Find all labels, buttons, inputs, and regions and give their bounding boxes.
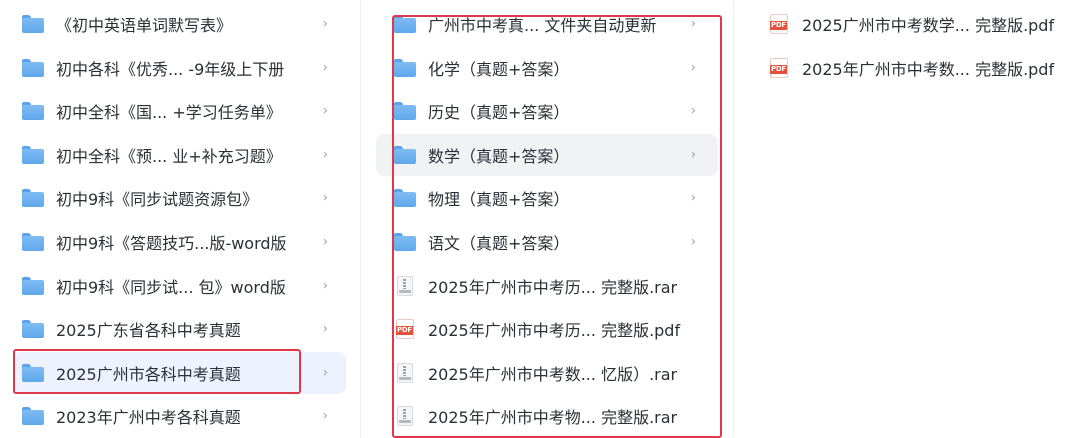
- pdf-badge: PDF: [770, 21, 787, 30]
- folder-item-label: 2025广州市各科中考真题: [56, 365, 241, 384]
- folder-item-label: 2025广东省各科中考真题: [56, 321, 241, 340]
- folder-icon: [394, 233, 416, 251]
- rar-file-icon: [397, 406, 413, 426]
- chevron-right-icon: ›: [690, 234, 696, 250]
- folder-item[interactable]: 2023年广州中考各科真题 ›: [14, 396, 346, 436]
- folder-icon: [394, 15, 416, 33]
- folder-icon: [394, 59, 416, 77]
- folder-icon: [22, 364, 44, 382]
- pdf-badge: PDF: [770, 65, 787, 74]
- folder-item-label: 初中全科《预... 业+补充习题》: [56, 147, 282, 166]
- file-item[interactable]: PDF 2025年广州市中考数... 完整版.pdf: [758, 48, 1068, 88]
- pdf-file-icon: PDF: [770, 58, 788, 78]
- chevron-right-icon: ›: [690, 60, 696, 76]
- file-item-label: 2025年广州市中考数... 忆版）.rar: [428, 365, 678, 384]
- folder-icon: [394, 189, 416, 207]
- folder-item[interactable]: 初中各科《优秀... -9年级上下册 ›: [14, 48, 346, 88]
- folder-item[interactable]: 初中全科《预... 业+补充习题》 ›: [14, 135, 346, 175]
- folder-item-label: 广州市中考真... 文件夹自动更新: [428, 16, 657, 35]
- folder-icon: [394, 146, 416, 164]
- chevron-right-icon: ›: [690, 190, 696, 206]
- file-item-label: 2025年广州市中考历... 完整版.pdf: [428, 321, 681, 340]
- file-item[interactable]: 2025年广州市中考数... 忆版）.rar: [376, 353, 718, 393]
- rar-file-icon: [397, 363, 413, 383]
- folder-item-label: 历史（真题+答案）: [428, 103, 570, 122]
- folder-item-label: 《初中英语单词默写表》: [56, 16, 233, 35]
- file-item[interactable]: PDF 2025广州市中考数学... 完整版.pdf: [758, 4, 1068, 44]
- folder-icon: [22, 233, 44, 251]
- folder-item-label: 初中9科《同步试题资源包》: [56, 190, 259, 209]
- folder-icon: [22, 146, 44, 164]
- chevron-right-icon: ›: [322, 278, 328, 294]
- folder-item-label: 化学（真题+答案）: [428, 60, 570, 79]
- file-item-label: 2025年广州市中考数... 完整版.pdf: [802, 60, 1055, 79]
- chevron-right-icon: ›: [322, 103, 328, 119]
- folder-item[interactable]: 化学（真题+答案） ›: [376, 48, 718, 88]
- chevron-right-icon: ›: [322, 147, 328, 163]
- folder-item-label: 物理（真题+答案）: [428, 190, 570, 209]
- chevron-right-icon: ›: [322, 16, 328, 32]
- folder-item[interactable]: 2025广东省各科中考真题 ›: [14, 309, 346, 349]
- folder-icon: [22, 277, 44, 295]
- rar-file-icon: [397, 276, 413, 296]
- folder-item-label: 语文（真题+答案）: [428, 234, 570, 253]
- folder-item[interactable]: 物理（真题+答案） ›: [376, 178, 718, 218]
- chevron-right-icon: ›: [322, 190, 328, 206]
- folder-item[interactable]: 初中9科《同步试... 包》word版 ›: [14, 266, 346, 306]
- chevron-right-icon: ›: [690, 103, 696, 119]
- folder-icon: [22, 102, 44, 120]
- chevron-right-icon: ›: [690, 16, 696, 32]
- file-item[interactable]: 2025年广州市中考历... 完整版.rar: [376, 266, 718, 306]
- pdf-file-icon: PDF: [396, 319, 414, 339]
- folder-list-column-1: 《初中英语单词默写表》 › 初中各科《优秀... -9年级上下册 › 初中全科《…: [0, 0, 361, 438]
- folder-item-label: 初中全科《国... +学习任务单》: [56, 103, 282, 122]
- folder-item-label: 初中9科《答题技巧...版-word版: [56, 234, 287, 253]
- file-item[interactable]: PDF 2025年广州市中考历... 完整版.pdf: [376, 309, 718, 349]
- folder-icon: [22, 59, 44, 77]
- folder-item[interactable]: 初中9科《同步试题资源包》 ›: [14, 178, 346, 218]
- chevron-right-icon: ›: [322, 365, 328, 381]
- folder-icon: [394, 102, 416, 120]
- file-item[interactable]: 2025年广州市中考物... 完整版.rar: [376, 396, 718, 436]
- folder-item-hovered[interactable]: 数学（真题+答案） ›: [376, 134, 718, 176]
- chevron-right-icon: ›: [690, 147, 696, 163]
- folder-icon: [22, 320, 44, 338]
- pdf-badge: PDF: [396, 326, 413, 335]
- chevron-right-icon: ›: [322, 321, 328, 337]
- pdf-file-icon: PDF: [770, 14, 788, 34]
- file-item-label: 2025广州市中考数学... 完整版.pdf: [802, 16, 1055, 35]
- chevron-right-icon: ›: [322, 408, 328, 424]
- folder-icon: [22, 189, 44, 207]
- folder-item-label: 数学（真题+答案）: [428, 147, 570, 166]
- folder-list-column-2: 广州市中考真... 文件夹自动更新 › 化学（真题+答案） › 历史（真题+答案…: [361, 0, 734, 438]
- folder-icon: [22, 15, 44, 33]
- chevron-right-icon: ›: [322, 60, 328, 76]
- file-item-label: 2025年广州市中考物... 完整版.rar: [428, 408, 678, 427]
- folder-item[interactable]: 语文（真题+答案） ›: [376, 222, 718, 262]
- folder-item[interactable]: 《初中英语单词默写表》 ›: [14, 4, 346, 44]
- folder-item-label: 2023年广州中考各科真题: [56, 408, 241, 427]
- folder-item-label: 初中各科《优秀... -9年级上下册: [56, 60, 285, 79]
- folder-item-selected[interactable]: 2025广州市各科中考真题 ›: [14, 352, 346, 394]
- folder-item[interactable]: 历史（真题+答案） ›: [376, 91, 718, 131]
- folder-item[interactable]: 初中9科《答题技巧...版-word版 ›: [14, 222, 346, 262]
- folder-icon: [22, 407, 44, 425]
- folder-item-label: 初中9科《同步试... 包》word版: [56, 278, 286, 297]
- folder-item[interactable]: 广州市中考真... 文件夹自动更新 ›: [376, 4, 718, 44]
- chevron-right-icon: ›: [322, 234, 328, 250]
- folder-item[interactable]: 初中全科《国... +学习任务单》 ›: [14, 91, 346, 131]
- file-list-column-3: PDF 2025广州市中考数学... 完整版.pdf PDF 2025年广州市中…: [734, 0, 1080, 438]
- file-item-label: 2025年广州市中考历... 完整版.rar: [428, 278, 678, 297]
